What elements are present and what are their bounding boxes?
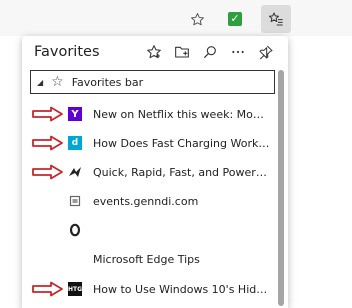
favorite-item-label: How Does Fast Charging Work? | Di...	[93, 136, 270, 150]
favorite-item[interactable]: Quick, Rapid, Fast, and Power Deliv...	[22, 157, 272, 187]
favorite-item-label: Quick, Rapid, Fast, and Power Deliv...	[93, 165, 270, 179]
digital-trends-icon: d	[68, 136, 82, 150]
collapse-caret-icon[interactable]: ◢	[37, 78, 43, 87]
htg-icon: HTG	[68, 282, 82, 296]
add-this-page-star-icon[interactable]	[140, 38, 168, 66]
page-icon	[68, 194, 82, 208]
loading-icon	[68, 223, 82, 237]
red-arrow-icon	[32, 135, 63, 151]
bird-icon	[68, 165, 82, 179]
favorite-item-label: How to Use Windows 10's Hidden ...	[93, 282, 270, 296]
browser-toolbar: ✓	[0, 0, 352, 36]
favorite-item-label: Microsoft Edge Tips	[93, 252, 200, 266]
extension-button[interactable]: ✓	[222, 6, 248, 32]
favorite-item[interactable]: HTG How to Use Windows 10's Hidden ...	[22, 274, 272, 304]
favorite-item-label: events.genndi.com	[93, 194, 199, 208]
favorite-item[interactable]	[22, 215, 272, 245]
checkmark-icon: ✓	[228, 12, 242, 26]
favorites-toolbar-button[interactable]	[261, 5, 291, 33]
folder-label: Favorites bar	[71, 75, 144, 89]
search-icon[interactable]	[196, 38, 224, 66]
more-options-icon[interactable]	[224, 38, 252, 66]
favorites-list-icon	[268, 12, 283, 26]
red-arrow-icon	[32, 164, 63, 180]
panel-header-actions	[140, 38, 280, 66]
favorite-item-label: New on Netflix this week: Movies y...	[93, 107, 270, 121]
favorites-panel: Favorites ◢ ☆ Favorites bar Y New on Net…	[22, 36, 288, 308]
panel-title: Favorites	[34, 44, 100, 60]
favorites-bar-folder[interactable]: ◢ ☆ Favorites bar	[30, 70, 275, 94]
favorite-item[interactable]: events.genndi.com	[22, 186, 272, 216]
add-folder-icon[interactable]	[168, 38, 196, 66]
red-arrow-icon	[32, 106, 63, 122]
favorite-item[interactable]: Y New on Netflix this week: Movies y...	[22, 99, 272, 129]
pin-icon[interactable]	[252, 38, 280, 66]
scrollbar[interactable]	[278, 70, 284, 306]
favorite-item[interactable]: Microsoft Edge Tips	[22, 244, 272, 274]
star-outline-icon: ☆	[51, 74, 64, 90]
favorite-item[interactable]: d How Does Fast Charging Work? | Di...	[22, 128, 272, 158]
yahoo-icon: Y	[68, 107, 82, 121]
add-favorite-star-icon[interactable]	[184, 6, 210, 32]
red-arrow-icon	[32, 281, 63, 297]
